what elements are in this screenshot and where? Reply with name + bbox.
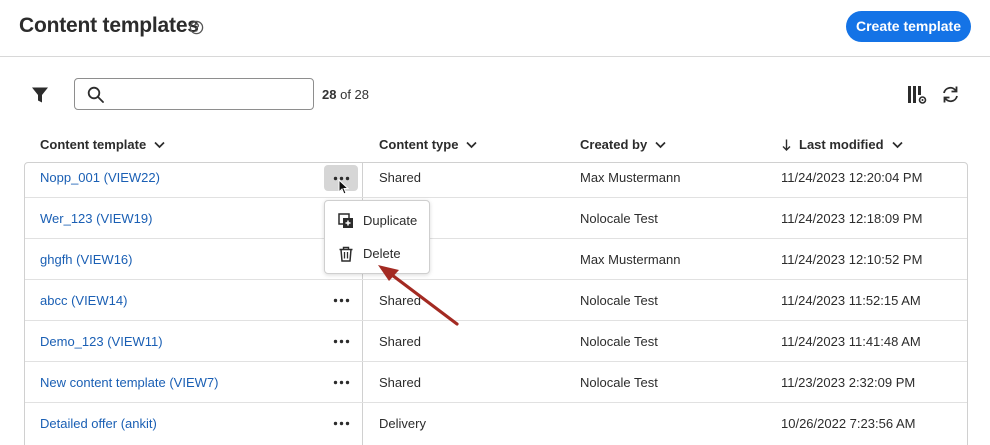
column-header-content-type[interactable]: Content type — [379, 137, 478, 152]
result-count-total: of 28 — [340, 87, 370, 102]
table-row-name-link[interactable]: Detailed offer (ankit) — [40, 416, 157, 431]
table-cell-created-by: Max Mustermann — [580, 170, 681, 185]
table-cell-modified: 11/24/2023 12:20:04 PM — [781, 170, 923, 185]
table-cell-type: Shared — [379, 334, 421, 349]
duplicate-menu-item[interactable]: Duplicate — [325, 206, 429, 236]
table-cell-created-by: Nolocale Test — [580, 334, 658, 349]
table-cell-modified: 11/24/2023 11:41:48 AM — [781, 334, 921, 349]
table-row-name-link[interactable]: ghgfh (VIEW16) — [40, 252, 133, 267]
table-cell-type: Delivery — [379, 416, 426, 431]
create-template-button[interactable]: Create template — [846, 11, 971, 42]
table-cell-modified: 11/24/2023 12:18:09 PM — [781, 211, 923, 226]
page-header: Content templates Create template — [0, 0, 990, 57]
more-icon[interactable] — [333, 421, 350, 426]
column-header-label: Last modified — [799, 137, 884, 152]
table-cell-created-by: Max Mustermann — [580, 252, 681, 267]
table-cell-modified: 11/23/2023 2:32:09 PM — [781, 375, 916, 390]
chevron-down-icon — [466, 141, 478, 148]
table-row-name-link[interactable]: Demo_123 (VIEW11) — [40, 334, 163, 349]
more-icon[interactable] — [333, 339, 350, 344]
trash-icon — [339, 246, 353, 262]
delete-menu-item[interactable]: Delete — [325, 239, 429, 269]
chevron-down-icon — [891, 141, 903, 148]
mouse-cursor-icon — [338, 179, 349, 195]
row-divider — [25, 279, 967, 280]
row-actions-menu: Duplicate Delete — [324, 200, 430, 274]
table-row-name-link[interactable]: Wer_123 (VIEW19) — [40, 211, 152, 226]
row-divider — [25, 238, 967, 239]
column-header-label: Content type — [379, 137, 459, 152]
page-title: Content templates — [19, 14, 199, 37]
column-settings-icon[interactable] — [907, 85, 927, 105]
delete-label: Delete — [363, 246, 401, 261]
result-count: 28 of 28 — [322, 87, 369, 102]
table-cell-created-by: Nolocale Test — [580, 375, 658, 390]
refresh-icon[interactable] — [941, 85, 960, 104]
duplicate-icon — [338, 213, 353, 228]
row-divider — [25, 197, 967, 198]
chevron-down-icon — [154, 141, 165, 148]
table-row-name-link[interactable]: Nopp_001 (VIEW22) — [40, 170, 160, 185]
table-cell-modified: 10/26/2022 7:23:56 AM — [781, 416, 916, 431]
filter-icon[interactable] — [31, 86, 49, 104]
column-header-created-by[interactable]: Created by — [580, 137, 666, 152]
row-divider — [25, 402, 967, 403]
table-cell-type: Shared — [379, 170, 421, 185]
column-header-label: Content template — [40, 137, 147, 152]
row-divider — [25, 361, 967, 362]
table-row-name-link[interactable]: New content template (VIEW7) — [40, 375, 218, 390]
table-row-name-link[interactable]: abcc (VIEW14) — [40, 293, 127, 308]
table-cell-modified: 11/24/2023 11:52:15 AM — [781, 293, 921, 308]
more-icon[interactable] — [333, 380, 350, 385]
result-count-shown: 28 — [322, 87, 337, 102]
table-cell-type: Shared — [379, 375, 421, 390]
help-icon[interactable] — [189, 20, 204, 35]
search-input[interactable] — [113, 83, 308, 105]
column-header-label: Created by — [580, 137, 648, 152]
table-cell-type: Shared — [379, 293, 421, 308]
more-icon[interactable] — [333, 298, 350, 303]
column-header-content-template[interactable]: Content template — [40, 137, 165, 152]
chevron-down-icon — [655, 141, 666, 148]
duplicate-label: Duplicate — [363, 213, 418, 228]
search-icon — [87, 86, 104, 103]
table-cell-created-by: Nolocale Test — [580, 293, 658, 308]
table-cell-modified: 11/24/2023 12:10:52 PM — [781, 252, 923, 267]
column-header-last-modified[interactable]: Last modified — [782, 137, 903, 152]
search-field[interactable] — [74, 78, 314, 110]
table-cell-created-by: Nolocale Test — [580, 211, 658, 226]
sort-descending-icon — [782, 139, 791, 151]
row-divider — [25, 320, 967, 321]
